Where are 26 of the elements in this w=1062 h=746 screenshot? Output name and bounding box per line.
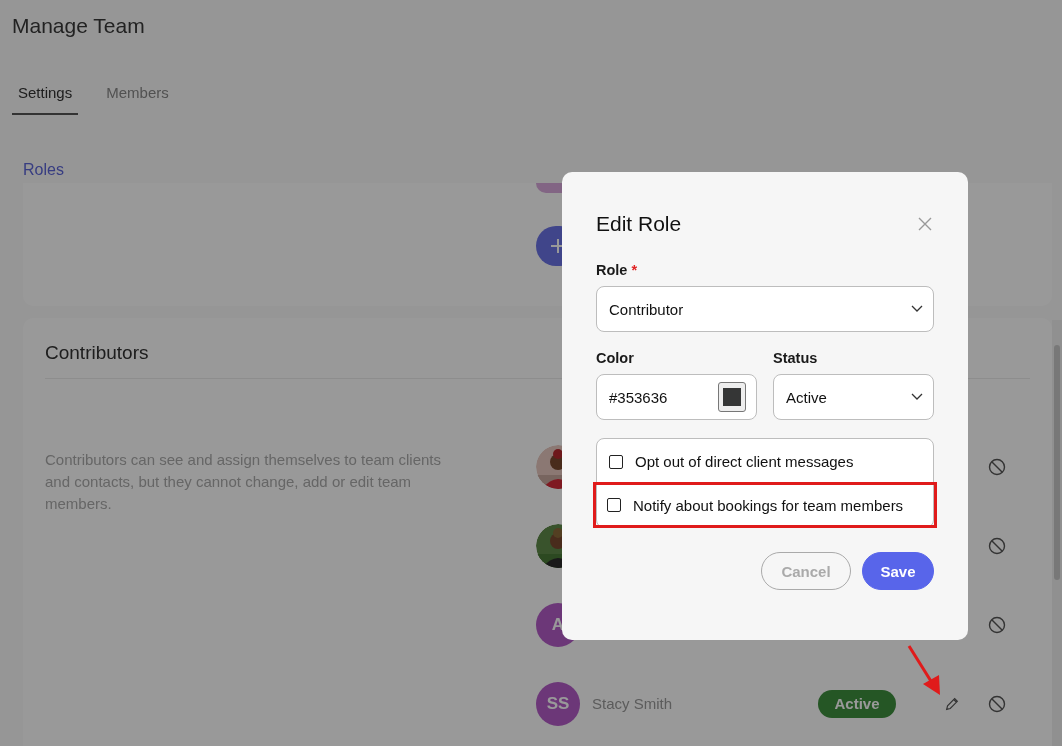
pencil-icon[interactable] [944,695,960,712]
block-icon[interactable] [987,456,1007,477]
select-field[interactable]: Active [773,374,934,420]
tab[interactable]: Settings [12,82,79,115]
member-name: Stacy Smith [591,695,673,712]
chevron-down-icon [911,305,923,313]
status-badge: Active [818,689,896,718]
field-label: Status [773,350,819,366]
scrollbar[interactable] [1052,320,1062,746]
avatar: SS [536,681,580,726]
checkbox-option[interactable]: Opt out of direct client messages [597,439,933,484]
chevron-down-icon [911,393,923,401]
close-icon[interactable] [916,215,934,233]
color-field[interactable]: #353636 [596,374,757,420]
field-label: Color [596,350,635,366]
checkbox-option[interactable]: Notify about bookings for team members [595,484,935,526]
field-label: Role * [596,262,639,278]
save-button[interactable]: Save [862,552,934,590]
section-title: Roles [23,161,65,180]
select-field[interactable]: Contributor [596,286,934,332]
block-icon[interactable] [987,614,1007,635]
page-title: Manage Team [12,14,146,38]
annotation-arrow [906,644,942,696]
block-icon[interactable] [987,535,1007,556]
block-icon[interactable] [987,693,1007,714]
dialog-title: Edit Role [596,212,682,236]
